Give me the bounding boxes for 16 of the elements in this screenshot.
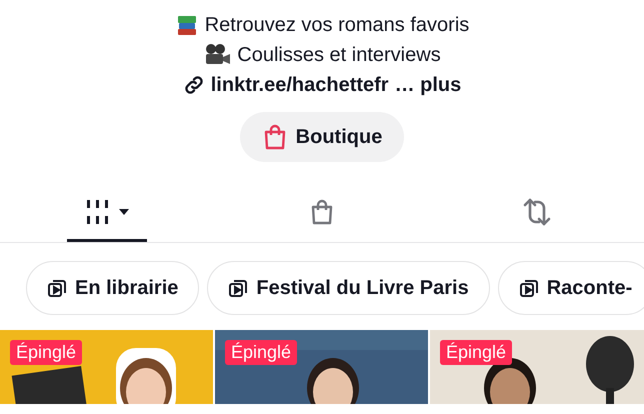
pinned-badge: Épinglé [440,340,512,365]
playlist-icon [518,278,539,298]
playlist-chip[interactable]: En librairie [26,261,200,315]
more-link[interactable]: … plus [394,74,462,96]
bio-text: Coulisses et interviews [237,44,441,66]
playlist-icon [47,278,67,298]
video-camera-icon [203,43,232,67]
playlist-icon [228,278,248,298]
playlist-chip[interactable]: Festival du Livre Paris [207,261,490,315]
link-icon [182,74,205,96]
bio-text: Retrouvez vos romans favoris [204,14,470,36]
profile-link[interactable]: linktr.ee/hachettefr [210,74,389,96]
playlist-chip[interactable]: Raconte- [498,261,644,315]
pinned-badge: Épinglé [225,340,298,365]
pinned-badge: Épinglé [10,340,82,365]
shop-button[interactable]: Boutique [240,112,404,162]
